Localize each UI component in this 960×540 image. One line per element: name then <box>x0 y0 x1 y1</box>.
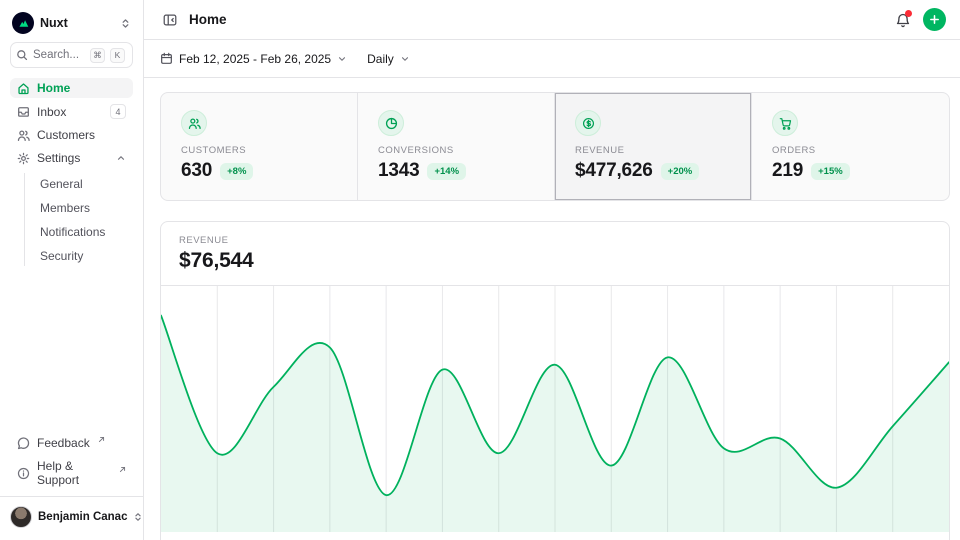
date-range-label: Feb 12, 2025 - Feb 26, 2025 <box>179 52 331 66</box>
circle-dollar-icon <box>575 110 601 136</box>
sidebar-nav: Home Inbox 4 Customers Settings <box>10 78 133 266</box>
chevron-down-icon <box>400 54 410 64</box>
chevrons-up-down-icon <box>120 18 131 29</box>
stat-value: $477,626 <box>575 160 653 182</box>
chart-current-value: $76,544 <box>179 249 931 273</box>
stat-label: ORDERS <box>772 145 929 156</box>
sidebar-item-members[interactable]: Members <box>36 197 133 218</box>
info-circle-icon <box>17 467 30 480</box>
home-icon <box>17 82 30 95</box>
sidebar-item-inbox[interactable]: Inbox 4 <box>10 101 133 122</box>
chevron-up-icon <box>116 153 126 163</box>
kbd-k: K <box>110 48 125 63</box>
main-area: Home Feb 12, 2025 - Feb 26, 2025 <box>144 0 960 540</box>
stat-label: CUSTOMERS <box>181 145 337 156</box>
stat-value: 219 <box>772 160 803 182</box>
chevrons-up-down-icon <box>133 512 143 522</box>
stat-card-orders[interactable]: ORDERS 219 +15% <box>752 93 949 200</box>
chart-title: REVENUE <box>179 235 931 246</box>
sidebar-item-label: Customers <box>37 128 95 142</box>
stat-label: REVENUE <box>575 145 731 156</box>
sidebar: Nuxt ⌘ K Home Inb <box>0 0 144 540</box>
sidebar-footer-nav: Feedback Help & Support <box>10 433 133 490</box>
app-window: Nuxt ⌘ K Home Inb <box>0 0 960 540</box>
stat-card-revenue[interactable]: REVENUE $477,626 +20% <box>555 93 752 200</box>
external-link-icon <box>98 436 105 443</box>
stat-delta-badge: +8% <box>220 163 253 180</box>
workspace-switcher[interactable]: Nuxt <box>10 8 133 42</box>
sidebar-item-home[interactable]: Home <box>10 78 133 98</box>
search-input[interactable]: ⌘ K <box>10 42 133 68</box>
sidebar-item-settings[interactable]: Settings <box>10 148 133 168</box>
settings-sub-list: General Members Notifications Security <box>24 173 133 266</box>
workspace-name: Nuxt <box>40 16 68 30</box>
inbox-count-badge: 4 <box>110 104 126 119</box>
stat-delta-badge: +15% <box>811 163 850 180</box>
sidebar-item-feedback[interactable]: Feedback <box>10 433 133 453</box>
pie-chart-icon <box>378 110 404 136</box>
sidebar-item-label: Settings <box>37 151 80 165</box>
sidebar-item-customers[interactable]: Customers <box>10 125 133 145</box>
stat-value: 630 <box>181 160 212 182</box>
period-select[interactable]: Daily <box>367 52 410 66</box>
inbox-icon <box>17 105 30 118</box>
nuxt-logo-icon <box>12 12 34 34</box>
shopping-cart-icon <box>772 110 798 136</box>
page-title: Home <box>189 12 227 27</box>
revenue-chart-card: REVENUE $76,544 14 Feb16 Feb18 Feb20 Feb… <box>160 221 950 540</box>
topbar: Home <box>144 0 960 40</box>
kbd-cmd: ⌘ <box>90 48 105 63</box>
sidebar-item-general[interactable]: General <box>36 173 133 194</box>
user-avatar <box>10 506 32 528</box>
gear-icon <box>17 152 30 165</box>
sidebar-item-label: Feedback <box>37 436 90 450</box>
users-icon <box>181 110 207 136</box>
user-menu[interactable]: Benjamin Canac <box>0 496 143 530</box>
stats-group: CUSTOMERS 630 +8% CONVERSIONS 1343 +14% <box>160 92 950 201</box>
calendar-icon <box>160 52 173 65</box>
sidebar-collapse-button[interactable] <box>160 10 180 30</box>
message-bubble-icon <box>17 437 30 450</box>
users-icon <box>17 129 30 142</box>
sidebar-item-notifications[interactable]: Notifications <box>36 221 133 242</box>
notifications-button[interactable] <box>895 12 911 28</box>
notification-dot <box>905 10 912 17</box>
stat-card-conversions[interactable]: CONVERSIONS 1343 +14% <box>358 93 555 200</box>
date-range-button[interactable]: Feb 12, 2025 - Feb 26, 2025 <box>160 52 347 66</box>
sidebar-item-label: Home <box>37 81 70 95</box>
add-button[interactable] <box>923 8 946 31</box>
topbar-actions <box>895 8 946 31</box>
sidebar-item-label: Inbox <box>37 105 66 119</box>
stat-card-customers[interactable]: CUSTOMERS 630 +8% <box>161 93 358 200</box>
plus-icon <box>929 14 940 25</box>
search-field[interactable] <box>33 49 85 61</box>
sidebar-item-help-support[interactable]: Help & Support <box>10 456 133 490</box>
user-name: Benjamin Canac <box>38 511 127 523</box>
stat-label: CONVERSIONS <box>378 145 534 156</box>
stat-delta-badge: +14% <box>427 163 466 180</box>
filter-toolbar: Feb 12, 2025 - Feb 26, 2025 Daily <box>144 40 960 78</box>
dashboard-content: CUSTOMERS 630 +8% CONVERSIONS 1343 +14% <box>144 78 960 540</box>
chevron-down-icon <box>337 54 347 64</box>
sidebar-item-label: Help & Support <box>37 459 111 487</box>
chart-header: REVENUE $76,544 <box>161 222 949 286</box>
external-link-icon <box>119 466 126 473</box>
revenue-area-chart[interactable]: 14 Feb16 Feb18 Feb20 Feb22 Feb24 Feb <box>161 286 949 540</box>
sidebar-item-security[interactable]: Security <box>36 245 133 266</box>
sidebar-spacer <box>10 266 133 433</box>
stat-value: 1343 <box>378 160 419 182</box>
stat-delta-badge: +20% <box>661 163 700 180</box>
period-label: Daily <box>367 52 394 66</box>
search-icon <box>16 49 28 61</box>
